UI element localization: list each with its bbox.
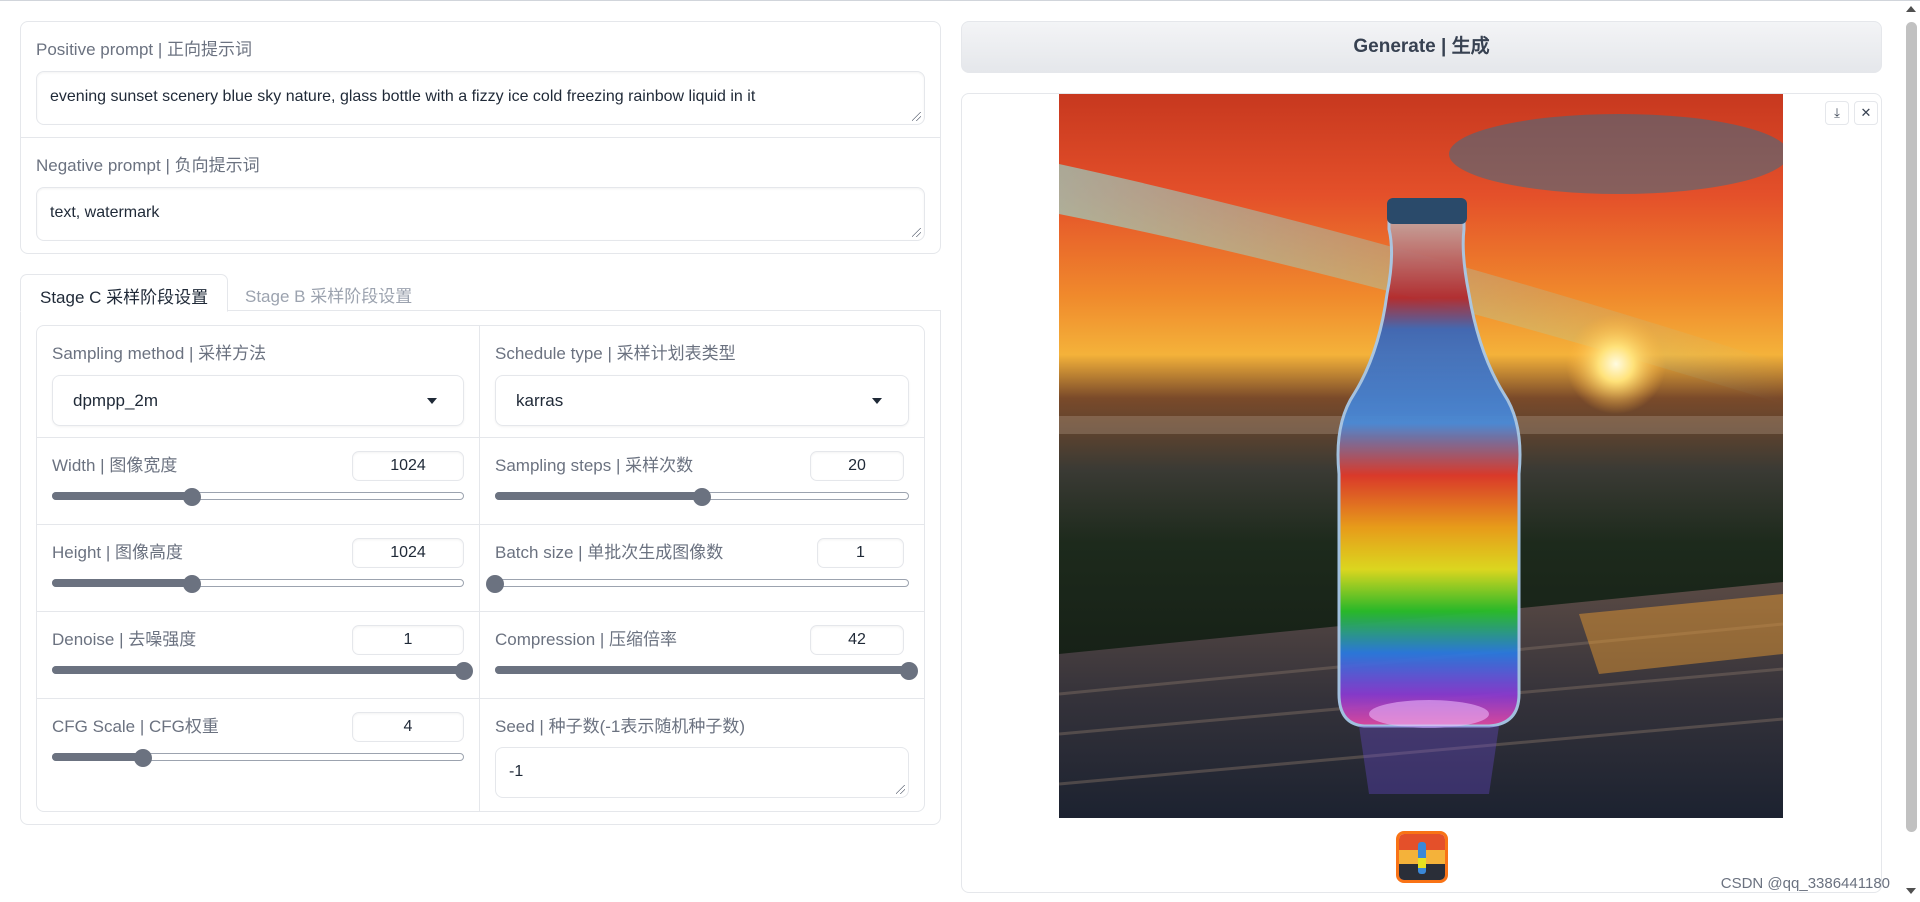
compression-cell: Compression | 压缩倍率 42 xyxy=(480,612,924,699)
slider-thumb[interactable] xyxy=(486,575,504,593)
resize-grip-icon[interactable] xyxy=(912,228,921,237)
settings-grid: Sampling method | 采样方法 dpmpp_2m Schedule… xyxy=(36,325,925,812)
sampling-steps-cell: Sampling steps | 采样次数 20 xyxy=(480,438,924,525)
schedule-type-cell: Schedule type | 采样计划表类型 karras xyxy=(480,326,924,438)
width-slider[interactable] xyxy=(52,488,464,506)
width-number-input[interactable]: 1024 xyxy=(352,451,464,481)
generate-button[interactable]: Generate | 生成 xyxy=(961,21,1882,73)
watermark-text: CSDN @qq_3386441180 xyxy=(1720,875,1890,892)
prompt-panel: Positive prompt | 正向提示词 evening sunset s… xyxy=(20,21,941,254)
batch-size-cell: Batch size | 单批次生成图像数 1 xyxy=(480,525,924,612)
slider-thumb[interactable] xyxy=(455,662,473,680)
scroll-up-icon[interactable] xyxy=(1906,6,1916,12)
seed-input[interactable]: -1 xyxy=(495,747,909,798)
sampling-steps-slider[interactable] xyxy=(495,488,909,506)
sampling-steps-number-input[interactable]: 20 xyxy=(810,451,904,481)
stage-c-panel: Sampling method | 采样方法 dpmpp_2m Schedule… xyxy=(20,311,941,825)
slider-fill xyxy=(52,753,143,761)
slider-fill xyxy=(495,492,702,500)
image-thumbnail[interactable] xyxy=(1396,831,1448,883)
close-icon[interactable]: ✕ xyxy=(1854,101,1878,125)
slider-thumb[interactable] xyxy=(900,662,918,680)
sampling-method-cell: Sampling method | 采样方法 dpmpp_2m xyxy=(37,326,480,438)
slider-thumb[interactable] xyxy=(183,488,202,506)
generated-image[interactable] xyxy=(1059,94,1783,818)
page-scrollbar[interactable] xyxy=(1906,22,1917,832)
seed-label: Seed | 种子数(-1表示随机种子数) xyxy=(495,717,746,736)
schedule-type-label: Schedule type | 采样计划表类型 xyxy=(495,344,736,363)
compression-slider[interactable] xyxy=(495,662,918,680)
denoise-cell: Denoise | 去噪强度 1 xyxy=(37,612,480,699)
sampling-method-value: dpmpp_2m xyxy=(73,391,159,410)
slider-thumb[interactable] xyxy=(693,488,711,506)
scroll-down-icon[interactable] xyxy=(1906,888,1916,894)
width-cell: Width | 图像宽度 1024 xyxy=(37,438,480,525)
compression-number-input[interactable]: 42 xyxy=(810,625,904,655)
download-icon[interactable]: ⤓ xyxy=(1825,101,1849,125)
slider-thumb[interactable] xyxy=(183,575,202,593)
top-border xyxy=(0,0,1920,1)
positive-prompt-label: Positive prompt | 正向提示词 xyxy=(36,40,253,59)
thumbnail-preview xyxy=(1399,834,1445,880)
slider-track xyxy=(495,579,909,587)
cfg-scale-slider[interactable] xyxy=(52,749,464,767)
slider-fill xyxy=(495,666,909,674)
tab-stage-c[interactable]: Stage C 采样阶段设置 xyxy=(20,274,229,312)
slider-fill xyxy=(52,492,193,500)
tab-stage-b[interactable]: Stage B 采样阶段设置 xyxy=(226,274,431,311)
sampling-method-dropdown[interactable]: dpmpp_2m xyxy=(52,375,464,426)
height-slider[interactable] xyxy=(52,575,464,593)
output-gallery: ⤓ ✕ xyxy=(961,93,1882,893)
positive-prompt-block: Positive prompt | 正向提示词 evening sunset s… xyxy=(21,22,940,137)
denoise-slider[interactable] xyxy=(52,662,473,680)
height-number-input[interactable]: 1024 xyxy=(352,538,464,568)
negative-prompt-text: text, watermark xyxy=(50,204,160,221)
slider-fill xyxy=(52,579,193,587)
negative-prompt-label: Negative prompt | 负向提示词 xyxy=(36,156,260,175)
stage-tabs: Stage C 采样阶段设置 Stage B 采样阶段设置 xyxy=(20,274,941,312)
height-cell: Height | 图像高度 1024 xyxy=(37,525,480,612)
slider-fill xyxy=(52,666,464,674)
negative-prompt-input[interactable]: text, watermark xyxy=(36,187,925,241)
seed-value: -1 xyxy=(509,763,524,780)
positive-prompt-text: evening sunset scenery blue sky nature, … xyxy=(50,88,756,105)
slider-thumb[interactable] xyxy=(133,749,152,767)
resize-grip-icon[interactable] xyxy=(912,112,921,121)
negative-prompt-block: Negative prompt | 负向提示词 text, watermark xyxy=(21,137,940,253)
cfg-scale-number-input[interactable]: 4 xyxy=(352,712,464,742)
output-column: Generate | 生成 ⤓ ✕ xyxy=(961,21,1882,893)
batch-size-number-input[interactable]: 1 xyxy=(817,538,904,568)
chevron-down-icon xyxy=(427,398,437,404)
schedule-type-dropdown[interactable]: karras xyxy=(495,375,909,426)
resize-grip-icon[interactable] xyxy=(896,785,905,794)
schedule-type-value: karras xyxy=(516,391,564,410)
cfg-scale-cell: CFG Scale | CFG权重 4 xyxy=(37,699,480,811)
chevron-down-icon xyxy=(872,398,882,404)
settings-column: Positive prompt | 正向提示词 evening sunset s… xyxy=(20,21,941,825)
rainbow-bottle-image xyxy=(1059,94,1783,818)
denoise-number-input[interactable]: 1 xyxy=(352,625,464,655)
positive-prompt-input[interactable]: evening sunset scenery blue sky nature, … xyxy=(36,71,925,125)
seed-cell: Seed | 种子数(-1表示随机种子数) -1 xyxy=(480,699,924,811)
batch-size-slider[interactable] xyxy=(486,575,909,593)
sampling-method-label: Sampling method | 采样方法 xyxy=(52,344,267,363)
